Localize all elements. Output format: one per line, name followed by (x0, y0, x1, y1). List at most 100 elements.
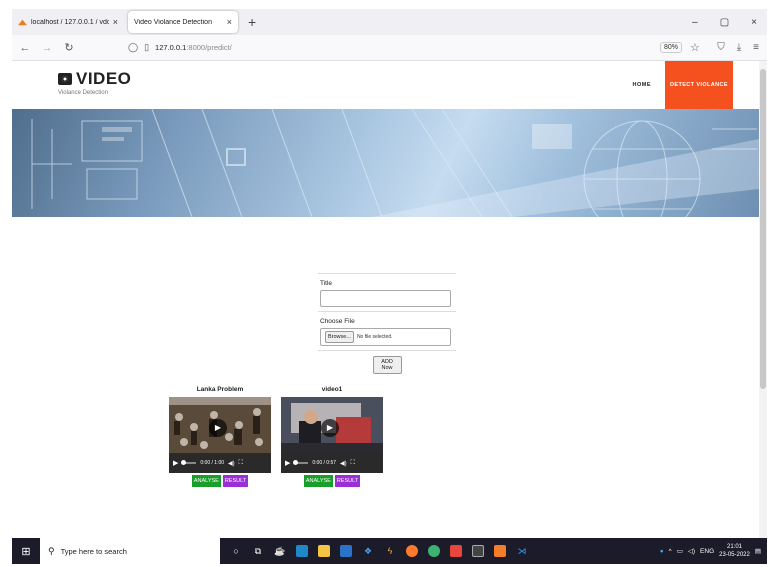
video-title: Lanka Problem (196, 386, 244, 393)
seek-slider[interactable] (293, 460, 309, 465)
task-view-icon[interactable]: ⧉ (252, 545, 264, 557)
browser-tab-video-violance[interactable]: Video Violance Detection × (128, 11, 238, 33)
video-time: 0:00 / 0:57 (312, 460, 337, 466)
taskbar-search[interactable]: ⚲ Type here to search (40, 538, 220, 564)
result-button[interactable]: RESULT (222, 475, 249, 487)
video-player[interactable]: ▶ ▶ 0:00 / 1:00 ◀) ⛶ (169, 397, 271, 473)
clock[interactable]: 21:01 23-05-2022 (719, 543, 750, 559)
toolbar-actions: ⛉ ⤓ ≡ (717, 42, 767, 53)
tray-chevron-icon[interactable]: ^ (669, 548, 672, 555)
close-icon[interactable]: × (227, 17, 232, 27)
seek-slider[interactable] (181, 460, 197, 465)
new-tab-icon[interactable]: + (248, 14, 256, 30)
clock-time: 21:01 (726, 544, 742, 550)
shield-icon: ◯ (128, 42, 139, 52)
no-file-text: No file selected. (356, 334, 393, 340)
divider (318, 273, 456, 274)
chrome-icon[interactable] (428, 545, 440, 557)
restore-icon[interactable]: ▢ (720, 17, 729, 28)
nav-detect-violance[interactable]: DETECT VIOLANCE (665, 61, 733, 109)
browser-tab-strip: localhost / 127.0.0.1 / vdoapp | × Video… (12, 9, 767, 35)
scroll-thumb[interactable] (760, 69, 766, 389)
camera-icon (58, 73, 72, 85)
file-input[interactable]: Browse... No file selected. (320, 328, 451, 346)
browser-toolbar: ← → ↻ ◯ ▯ 127.0.0.1:8000/predict/ 80% ☆ … (12, 35, 767, 61)
page-viewport: VIDEO Violance Detection HOME DETECT VIO… (12, 61, 767, 538)
taskbar-apps: ○ ⧉ ☕ ❖ ϟ ⋊ (230, 545, 528, 557)
play-icon[interactable]: ▶ (285, 459, 290, 467)
dropbox-icon[interactable]: ❖ (362, 545, 374, 557)
firefox-icon[interactable] (406, 545, 418, 557)
system-tray: ● ^ ▭ ◁) ENG 21:01 23-05-2022 ▤ (660, 543, 767, 559)
upload-form: Title Choose File Browse... No file sele… (318, 273, 456, 374)
video-time: 0:00 / 1:00 (200, 460, 225, 466)
nav-home[interactable]: HOME (633, 82, 652, 88)
terminal-icon[interactable] (472, 545, 484, 557)
windows-start-icon[interactable]: ⊞ (12, 545, 40, 558)
video-card: video1 ▶ ▶ 0:00 / 0:57 ◀) ⛶ ANALYSE RESU… (281, 386, 383, 487)
screen: localhost / 127.0.0.1 / vdoapp | × Video… (0, 0, 777, 567)
page-icon: ▯ (144, 42, 150, 52)
analyse-button[interactable]: ANALYSE (191, 475, 221, 487)
logo-text: VIDEO (76, 69, 132, 88)
edge-icon[interactable] (296, 545, 308, 557)
video-actions: ANALYSE RESULT (169, 475, 271, 487)
file-explorer-icon[interactable] (318, 545, 330, 557)
result-button[interactable]: RESULT (334, 475, 361, 487)
cortana-icon[interactable]: ○ (230, 545, 242, 557)
fullscreen-icon[interactable]: ⛶ (351, 460, 355, 467)
video-title: video1 (321, 386, 343, 393)
close-window-icon[interactable]: × (751, 17, 757, 28)
back-icon[interactable]: ← (16, 42, 34, 54)
browser-tab-phpmyadmin[interactable]: localhost / 127.0.0.1 / vdoapp | × (12, 11, 124, 33)
divider (318, 311, 456, 312)
tab-title: Video Violance Detection (134, 18, 212, 26)
windows-taskbar: ⊞ ⚲ Type here to search ○ ⧉ ☕ ❖ ϟ ⋊ ● ^ … (12, 538, 767, 564)
app-red-icon[interactable] (450, 545, 462, 557)
vscode-icon[interactable]: ⋊ (516, 545, 528, 557)
forward-icon[interactable]: → (38, 42, 56, 54)
download-icon[interactable]: ⤓ (737, 42, 741, 53)
add-now-button[interactable]: ADD Now (372, 356, 402, 374)
bookmark-star-icon[interactable]: ☆ (690, 41, 700, 54)
hero-banner (12, 109, 759, 217)
logo-subtitle: Violance Detection (58, 90, 108, 96)
video-player[interactable]: ▶ ▶ 0:00 / 0:57 ◀) ⛶ (281, 397, 383, 473)
browse-button[interactable]: Browse... (325, 331, 354, 343)
reload-icon[interactable]: ↻ (60, 41, 78, 54)
site-header: VIDEO Violance Detection HOME DETECT VIO… (12, 61, 759, 109)
mail-icon[interactable] (340, 545, 352, 557)
xampp-icon[interactable] (494, 545, 506, 557)
zoom-level[interactable]: 80% (660, 42, 683, 53)
url-bar[interactable]: ◯ ▯ 127.0.0.1:8000/predict/ (128, 38, 658, 58)
analyse-button[interactable]: ANALYSE (303, 475, 333, 487)
volume-icon[interactable]: ◀) (228, 460, 235, 467)
play-overlay-icon[interactable]: ▶ (209, 419, 227, 437)
play-overlay-icon[interactable]: ▶ (321, 419, 339, 437)
weather-icon[interactable]: ● (660, 548, 664, 555)
banner-tech-graphic (31, 109, 759, 217)
language-indicator[interactable]: ENG (700, 548, 714, 555)
notifications-icon[interactable]: ▤ (755, 547, 761, 555)
title-label: Title (320, 280, 333, 287)
file-label: Choose File (320, 318, 355, 325)
video-actions: ANALYSE RESULT (281, 475, 383, 487)
network-icon[interactable]: ▭ (677, 547, 683, 555)
main-nav: HOME DETECT VIOLANCE (633, 61, 733, 109)
minimize-icon[interactable]: – (692, 17, 698, 28)
site-logo[interactable]: VIDEO Violance Detection (58, 69, 131, 96)
title-input[interactable] (320, 290, 451, 307)
volume-tray-icon[interactable]: ◁) (688, 547, 695, 555)
tab-title: localhost / 127.0.0.1 / vdoapp | (31, 18, 109, 26)
close-icon[interactable]: × (113, 17, 118, 27)
phpmyadmin-icon (18, 19, 27, 25)
page-scrollbar[interactable] (759, 61, 767, 538)
fullscreen-icon[interactable]: ⛶ (239, 460, 243, 467)
winamp-icon[interactable]: ϟ (384, 545, 396, 557)
play-icon[interactable]: ▶ (173, 459, 178, 467)
java-icon[interactable]: ☕ (274, 545, 286, 557)
menu-icon[interactable]: ≡ (753, 42, 759, 53)
video-controls: ▶ 0:00 / 1:00 ◀) ⛶ (169, 453, 271, 473)
pocket-icon[interactable]: ⛉ (717, 42, 725, 53)
volume-icon[interactable]: ◀) (340, 460, 347, 467)
